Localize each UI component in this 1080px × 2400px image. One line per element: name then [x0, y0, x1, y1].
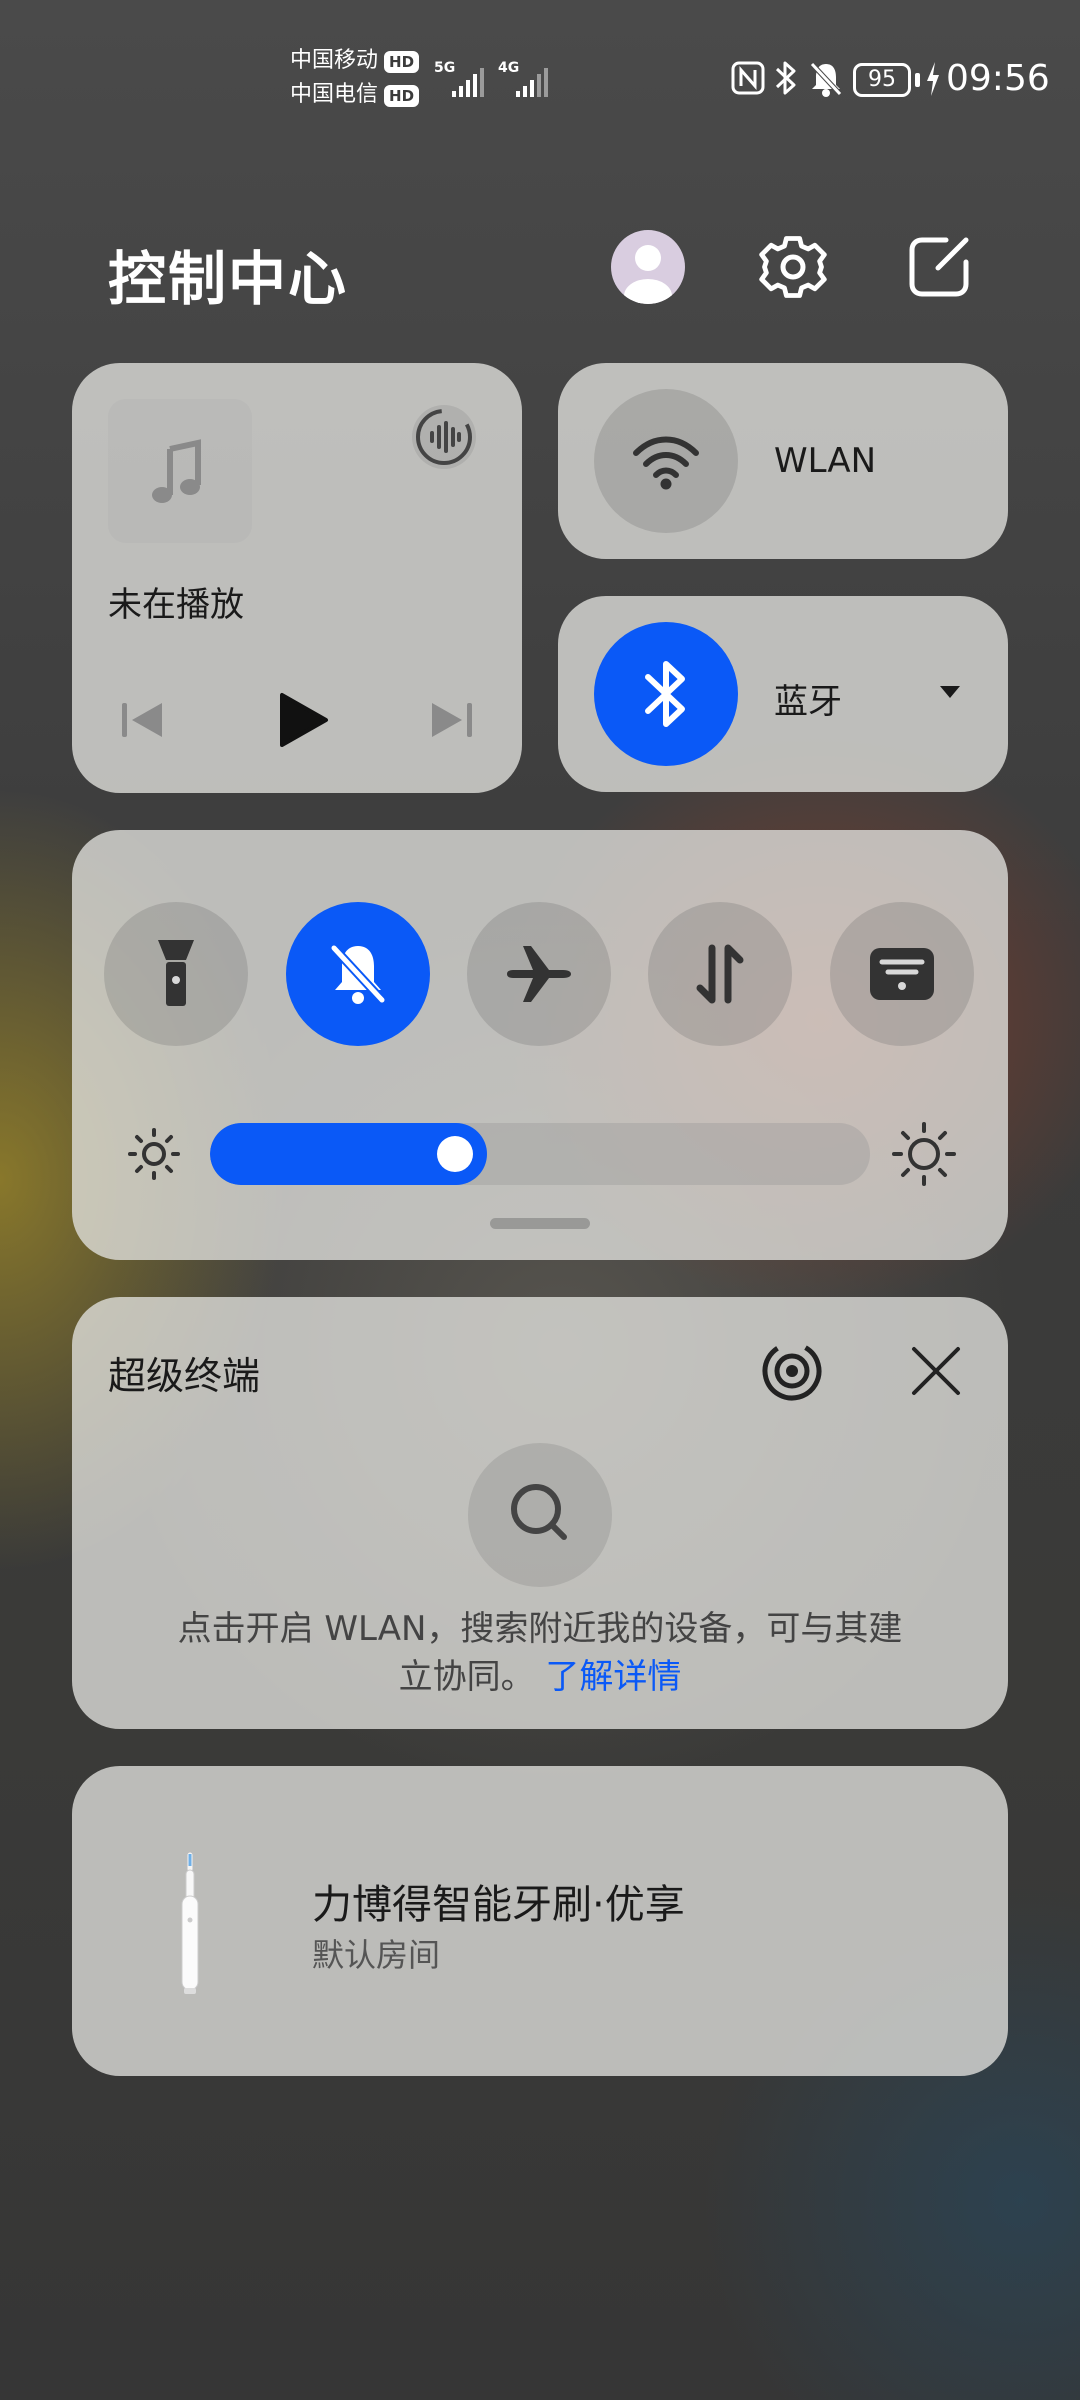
super-device-radar-button[interactable]	[760, 1339, 824, 1403]
nfc-icon	[730, 60, 766, 100]
super-device-hint: 点击开启 WLAN，搜索附近我的设备，可与其建 立协同。 了解详情	[72, 1605, 1008, 1701]
radar-icon	[762, 1341, 822, 1401]
flashlight-icon	[158, 940, 194, 1006]
clock: 09:56	[946, 58, 1050, 99]
hd-badge-2: HD	[384, 85, 420, 107]
battery-tip-icon	[915, 73, 920, 87]
avatar-icon	[624, 245, 672, 304]
learn-more-link[interactable]: 了解详情	[545, 1657, 681, 1697]
flashlight-toggle[interactable]	[104, 902, 248, 1046]
bluetooth-toggle[interactable]	[594, 622, 738, 766]
caret-down-icon	[940, 686, 960, 698]
hint-line-1: 点击开启 WLAN，搜索附近我的设备，可与其建	[177, 1609, 903, 1649]
brightness-thumb[interactable]	[437, 1136, 473, 1172]
mute-status-icon	[808, 58, 844, 102]
bluetooth-status-icon	[772, 58, 800, 102]
media-card[interactable]: 未在播放	[72, 363, 522, 793]
brightness-high-icon	[890, 1120, 958, 1192]
gear-icon	[759, 236, 827, 298]
account-avatar-button[interactable]	[611, 230, 685, 304]
device-room: 默认房间	[312, 1936, 441, 1974]
charging-icon	[924, 60, 942, 102]
bluetooth-expand-button[interactable]	[936, 680, 964, 704]
hint-line-2-text: 立协同。	[398, 1657, 535, 1697]
battery-indicator: 95	[853, 63, 911, 97]
wlan-card[interactable]: WLAN	[558, 363, 1008, 559]
message-icon	[870, 948, 934, 1000]
play-button[interactable]	[268, 687, 334, 753]
search-devices-button[interactable]	[468, 1443, 612, 1587]
smart-device-card[interactable]: 力博得智能牙刷·优享 默认房间	[72, 1766, 1008, 2076]
toothbrush-icon	[181, 1851, 199, 1994]
brightness-slider[interactable]	[210, 1123, 870, 1185]
skip-next-icon	[432, 703, 472, 737]
album-art	[108, 399, 252, 543]
bell-off-icon	[330, 944, 386, 1004]
audio-output-button[interactable]	[408, 401, 480, 473]
carrier-2: 中国电信 HD	[290, 80, 420, 110]
wifi-icon	[633, 436, 699, 490]
previous-track-button[interactable]	[116, 693, 170, 747]
brightness-low-icon	[126, 1126, 182, 1186]
carrier-1-name: 中国移动	[290, 48, 379, 73]
audio-wave-icon	[412, 405, 476, 469]
message-toggle[interactable]	[830, 902, 974, 1046]
close-icon	[912, 1347, 960, 1395]
edit-icon	[909, 237, 969, 297]
search-icon	[511, 1484, 567, 1540]
next-track-button[interactable]	[424, 693, 478, 747]
airplane-icon	[507, 946, 571, 1002]
super-device-card: 超级终端 点击开启 WLAN，搜索附近我的设备，可与其建 立协同。 了解详情	[72, 1297, 1008, 1729]
data-transfer-icon	[696, 944, 744, 1004]
close-button[interactable]	[906, 1341, 966, 1401]
super-device-title: 超级终端	[108, 1354, 261, 1398]
toothbrush-image	[172, 1850, 208, 2000]
device-name: 力博得智能牙刷·优享	[312, 1882, 685, 1928]
edit-button[interactable]	[902, 230, 976, 304]
hd-badge-1: HD	[384, 51, 420, 73]
page-title: 控制中心	[108, 245, 349, 313]
wlan-label: WLAN	[774, 441, 877, 481]
bluetooth-label: 蓝牙	[774, 682, 842, 722]
skip-previous-icon	[122, 703, 162, 737]
music-note-icon	[152, 439, 201, 503]
panel-drag-handle[interactable]	[490, 1218, 590, 1229]
silent-mode-toggle[interactable]	[286, 902, 430, 1046]
carrier-1: 中国移动 HD	[290, 46, 420, 76]
airplane-mode-toggle[interactable]	[467, 902, 611, 1046]
status-bar: 中国移动 HD 中国电信 HD 5G 4G 95 09:56	[0, 40, 1080, 120]
wlan-toggle[interactable]	[594, 389, 738, 533]
quick-toggles-card	[72, 830, 1008, 1260]
settings-button[interactable]	[756, 230, 830, 304]
mobile-data-toggle[interactable]	[648, 902, 792, 1046]
signal-4g-icon: 4G	[498, 60, 554, 100]
bluetooth-card[interactable]: 蓝牙	[558, 596, 1008, 792]
hint-line-2: 立协同。 了解详情	[72, 1653, 1008, 1701]
play-icon	[280, 693, 328, 747]
media-status: 未在播放	[108, 585, 244, 625]
signal-5g-icon: 5G	[434, 60, 490, 100]
carrier-2-name: 中国电信	[290, 82, 379, 107]
bluetooth-icon	[645, 661, 685, 727]
